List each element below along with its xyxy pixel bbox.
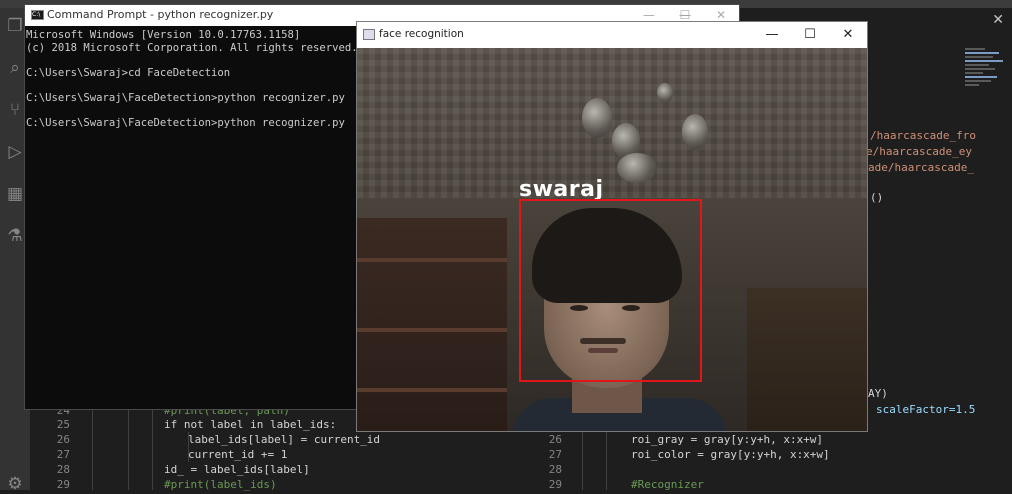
code-fragment: scaleFactor=1.5: [876, 403, 976, 416]
line-number: 28: [56, 463, 70, 476]
window-app-icon: [363, 29, 375, 40]
code-fragment: /haarcascade_fro: [870, 129, 976, 142]
testing-icon[interactable]: ⚗: [5, 226, 25, 246]
camera-feed: swaraj: [357, 48, 867, 431]
code-fragment: e/haarcascade_ey: [866, 145, 972, 158]
source-control-icon[interactable]: ⑂: [5, 100, 25, 120]
face-maximize-button[interactable]: ☐: [791, 22, 829, 48]
face-window-title: face recognition: [379, 28, 464, 40]
extensions-icon[interactable]: ▦: [5, 184, 25, 204]
cmd-window-title: Command Prompt - python recognizer.py: [47, 8, 274, 21]
code-fragment: ade/haarcascade_: [868, 161, 974, 174]
shelf: [357, 218, 507, 431]
code-fragment: AY): [868, 387, 888, 400]
code-line[interactable]: roi_gray = gray[y:y+h, x:x+w]: [631, 432, 823, 447]
code-line[interactable]: id_ = label_ids[label]: [164, 462, 310, 477]
face-recognition-window[interactable]: face recognition — ☐ ✕ swaraj: [356, 21, 868, 432]
run-debug-icon[interactable]: ▷: [5, 142, 25, 162]
minimap[interactable]: [965, 48, 1005, 108]
line-number: 26: [548, 433, 562, 446]
files-icon[interactable]: ❐: [5, 16, 25, 36]
search-icon[interactable]: ⌕: [5, 58, 25, 78]
face-close-button[interactable]: ✕: [829, 22, 867, 48]
face-bounding-box: [519, 199, 702, 382]
code-line[interactable]: current_id += 1: [188, 447, 287, 462]
terminal-icon: C:\: [31, 10, 44, 20]
shelf: [747, 288, 867, 431]
close-panel-icon[interactable]: ✕: [992, 12, 1004, 28]
settings-gear-icon[interactable]: ⚙: [5, 474, 25, 494]
line-number: 27: [56, 448, 70, 461]
face-minimize-button[interactable]: —: [753, 22, 791, 48]
code-line[interactable]: if not label in label_ids:: [164, 417, 336, 432]
code-fragment: (): [870, 191, 884, 204]
line-number: 27: [548, 448, 562, 461]
line-number: 28: [548, 463, 562, 476]
ceiling-background: [357, 48, 867, 198]
line-number: 25: [56, 418, 70, 431]
code-line[interactable]: roi_color = gray[y:y+h, x:x+w]: [631, 447, 830, 462]
code-line[interactable]: label_ids[label] = current_id: [188, 432, 380, 447]
line-number: 26: [56, 433, 70, 446]
face-window-title-bar[interactable]: face recognition — ☐ ✕: [357, 22, 867, 48]
